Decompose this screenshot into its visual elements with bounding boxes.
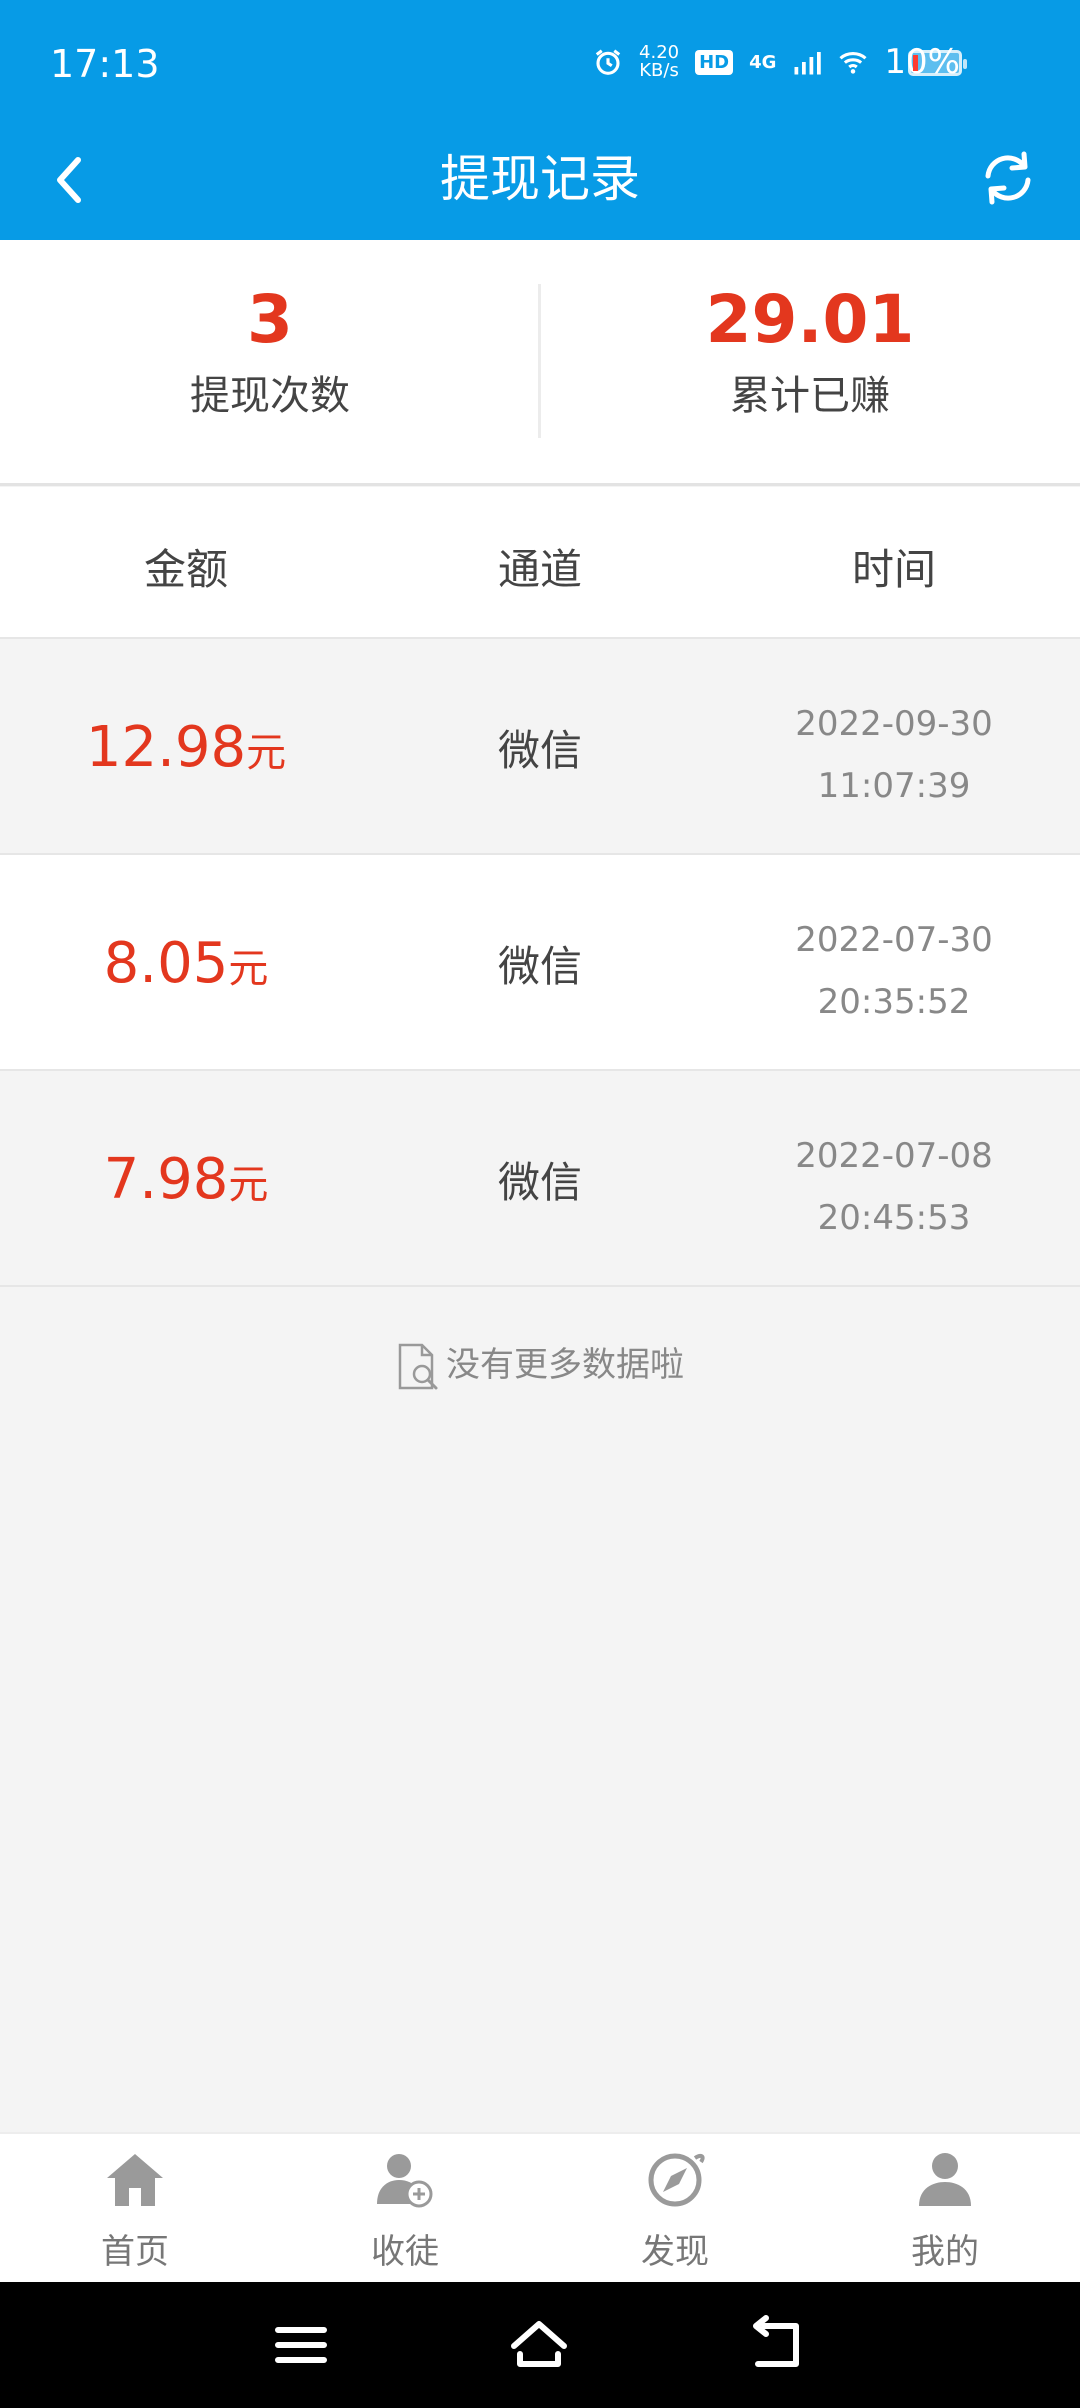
tab-mine[interactable]: 我的 [810,2134,1080,2284]
signal-icon [794,52,822,75]
tab-label: 收徒 [371,2232,439,2272]
row-channel: 微信 [497,726,582,775]
status-bar: 17:13 4.20 KB/s HD 4G 10% [0,0,1080,128]
bottom-tab-bar: 首页 收徒 发现 我的 [0,2132,1080,2282]
column-header-amount: 金额 [143,545,228,594]
summary-panel: 3 提现次数 29.01 累计已赚 [0,240,1080,486]
withdraw-count: 3 提现次数 [0,276,540,428]
tab-discover[interactable]: 发现 [540,2134,810,2284]
row-amount: 7.98元 [103,1147,269,1212]
table-header: 金额 通道 时间 [0,487,1080,639]
add-user-icon [377,2154,433,2208]
withdraw-count-value: 3 [247,281,293,358]
total-earned-label: 累计已赚 [730,373,890,419]
row-amount: 8.05元 [103,931,269,996]
refresh-button[interactable] [976,146,1040,210]
column-header-time: 时间 [851,545,936,594]
network-label: 4G [749,51,777,73]
system-nav-bar [0,2282,1080,2408]
tab-label: 发现 [641,2232,709,2272]
row-time: 2022-07-30 20:35:52 [795,920,993,1022]
row-amount: 12.98元 [85,715,287,780]
withdraw-list: 12.98元 微信 2022-09-30 11:07:39 8.05元 微信 2… [0,639,1080,1287]
wifi-icon [839,52,867,74]
tab-label: 首页 [101,2232,169,2272]
battery-icon [908,50,967,76]
tab-label: 我的 [911,2232,979,2272]
menu-icon[interactable] [268,2312,334,2378]
row-channel: 微信 [497,1158,582,1207]
status-indicators: 4.20 KB/s HD 4G 10% [593,42,960,82]
status-time: 17:13 [50,42,160,86]
table-row[interactable]: 8.05元 微信 2022-07-30 20:35:52 [0,855,1080,1071]
total-earned: 29.01 累计已赚 [540,276,1080,428]
person-icon [919,2153,971,2206]
column-header-channel: 通道 [497,545,582,594]
compass-icon [648,2153,705,2207]
back-nav-icon[interactable] [744,2312,810,2378]
home-icon [107,2154,163,2206]
total-earned-value: 29.01 [705,281,915,358]
row-time: 2022-09-30 11:07:39 [795,704,993,806]
alarm-icon [595,49,621,75]
page-title: 提现记录 [440,150,640,208]
no-more-data: 没有更多数据啦 [0,1340,1080,1392]
row-channel: 微信 [497,942,582,991]
row-time: 2022-07-08 20:45:53 [795,1136,993,1238]
withdraw-count-label: 提现次数 [190,373,350,419]
no-more-text: 没有更多数据啦 [446,1345,684,1385]
tab-recruit[interactable]: 收徒 [270,2134,540,2284]
table-row[interactable]: 12.98元 微信 2022-09-30 11:07:39 [0,639,1080,855]
home-nav-icon[interactable] [506,2312,572,2378]
title-bar: 提现记录 [0,128,1080,240]
tab-home[interactable]: 首页 [0,2134,270,2284]
table-row[interactable]: 7.98元 微信 2022-07-08 20:45:53 [0,1071,1080,1287]
hd-badge: HD [695,49,734,75]
network-speed: 4.20 KB/s [639,42,680,81]
document-search-icon [398,1343,438,1389]
